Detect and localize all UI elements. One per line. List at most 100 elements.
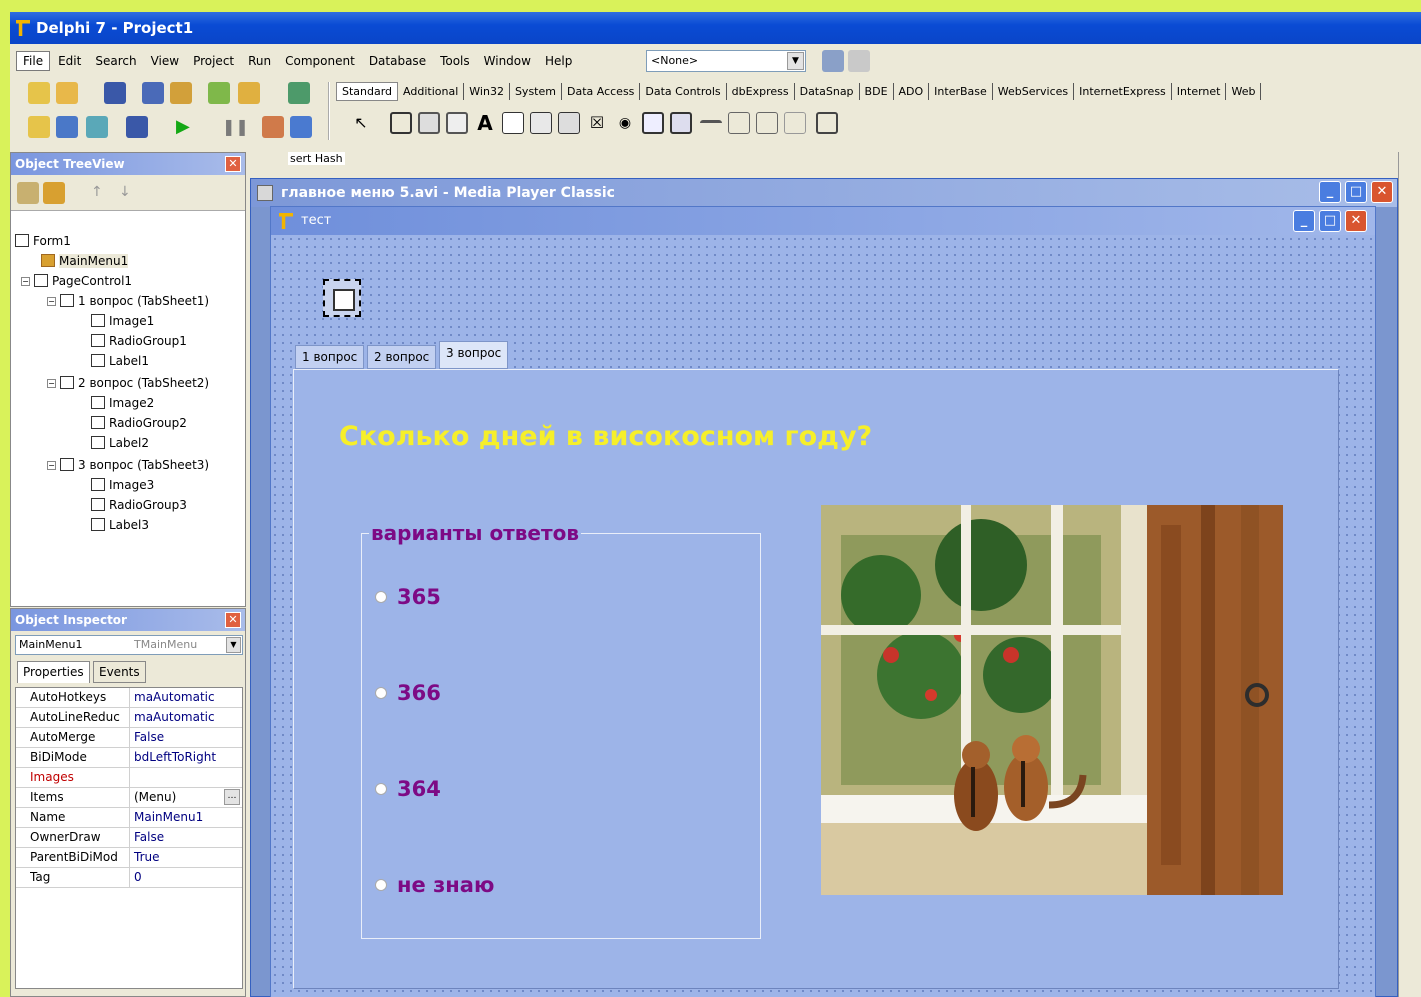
tab-properties[interactable]: Properties — [17, 661, 90, 683]
object-selector[interactable]: MainMenu1 TMainMenu ▼ — [15, 635, 243, 655]
tab-question-3[interactable]: 3 вопрос — [439, 341, 509, 369]
button-component-icon[interactable] — [558, 112, 580, 134]
view-unit-icon[interactable] — [28, 116, 50, 138]
menu-tools[interactable]: Tools — [434, 52, 476, 70]
radiobutton-component-icon[interactable]: ◉ — [614, 112, 636, 134]
menu-run[interactable]: Run — [242, 52, 277, 70]
maximize-icon[interactable]: □ — [1345, 181, 1367, 203]
chevron-down-icon[interactable]: ▼ — [226, 637, 241, 653]
close-icon[interactable]: ✕ — [1345, 210, 1367, 232]
tree-item[interactable]: Label1 — [91, 353, 149, 369]
property-row[interactable]: AutoMerge False — [16, 728, 242, 748]
pointer-icon[interactable]: ↖ — [350, 112, 372, 134]
checkbox-component-icon[interactable]: ☒ — [586, 112, 608, 134]
palette-tab-internetexpress[interactable]: InternetExpress — [1074, 82, 1172, 100]
groupbox-component-icon[interactable] — [728, 112, 750, 134]
radio-circle[interactable] — [375, 687, 387, 699]
menu-help[interactable]: Help — [539, 52, 578, 70]
main-menu-component[interactable] — [323, 279, 361, 317]
tree-item[interactable]: −3 вопрос (TabSheet3) — [47, 457, 209, 473]
minimize-icon[interactable]: _ — [1319, 181, 1341, 203]
arrow-up-icon[interactable]: ↑ — [91, 184, 103, 200]
help-icon[interactable] — [288, 82, 310, 104]
palette-tab-data-controls[interactable]: Data Controls — [640, 82, 727, 100]
add-file-icon[interactable] — [208, 82, 230, 104]
property-row[interactable]: OwnerDraw False — [16, 828, 242, 848]
menu-view[interactable]: View — [145, 52, 185, 70]
popup-menu-component-icon[interactable] — [446, 112, 468, 134]
memo-component-icon[interactable] — [530, 112, 552, 134]
frames-icon[interactable] — [390, 112, 412, 134]
tab-question-1[interactable]: 1 вопрос — [295, 345, 365, 369]
run-icon[interactable]: ▶ — [176, 116, 198, 138]
property-row[interactable]: Name MainMenu1 — [16, 808, 242, 828]
save-all-icon[interactable] — [142, 82, 164, 104]
desktop-layout-combo[interactable]: <None> ▼ — [646, 50, 806, 72]
debug-desktop-icon[interactable] — [848, 50, 870, 72]
palette-tab-web[interactable]: Web — [1226, 82, 1262, 100]
toggle-form-unit-icon[interactable] — [86, 116, 108, 138]
palette-tab-interbase[interactable]: InterBase — [929, 82, 993, 100]
pause-icon[interactable]: ❚❚ — [222, 116, 249, 138]
radio-circle[interactable] — [375, 879, 387, 891]
menu-window[interactable]: Window — [478, 52, 537, 70]
new-items-icon[interactable] — [28, 82, 50, 104]
palette-tab-system[interactable]: System — [510, 82, 562, 100]
close-icon[interactable]: ✕ — [225, 612, 241, 628]
radio-option-365[interactable]: 365 — [375, 585, 441, 609]
radio-option-366[interactable]: 366 — [375, 681, 441, 705]
menu-project[interactable]: Project — [187, 52, 240, 70]
menu-search[interactable]: Search — [89, 52, 142, 70]
label-component-icon[interactable]: A — [474, 112, 496, 134]
tree-item[interactable]: −1 вопрос (TabSheet1) — [47, 293, 209, 309]
tree-item[interactable]: Label2 — [91, 435, 149, 451]
property-row[interactable]: Images — [16, 768, 242, 788]
tree-item[interactable]: Image2 — [91, 395, 154, 411]
tab-question-2[interactable]: 2 вопрос — [367, 345, 437, 369]
palette-tab-bde[interactable]: BDE — [860, 82, 894, 100]
tree-item[interactable]: Label3 — [91, 517, 149, 533]
trace-into-icon[interactable] — [262, 116, 284, 138]
palette-tab-internet[interactable]: Internet — [1172, 82, 1227, 100]
tree-item[interactable]: RadioGroup2 — [91, 415, 187, 431]
radio-option-dont-know[interactable]: не знаю — [375, 873, 494, 897]
new-form-icon[interactable] — [126, 116, 148, 138]
palette-tab-ado[interactable]: ADO — [894, 82, 930, 100]
tree-item[interactable]: RadioGroup3 — [91, 497, 187, 513]
view-form-icon[interactable] — [56, 116, 78, 138]
panel-component-icon[interactable] — [784, 112, 806, 134]
tree-item[interactable]: Form1 — [15, 233, 71, 249]
listbox-component-icon[interactable] — [642, 112, 664, 134]
property-row[interactable]: AutoLineReduc maAutomatic — [16, 708, 242, 728]
palette-tab-data-access[interactable]: Data Access — [562, 82, 641, 100]
palette-tab-win32[interactable]: Win32 — [464, 82, 510, 100]
palette-tab-datasnap[interactable]: DataSnap — [795, 82, 860, 100]
close-icon[interactable]: ✕ — [225, 156, 241, 172]
menu-edit[interactable]: Edit — [52, 52, 87, 70]
menu-file[interactable]: File — [16, 51, 51, 71]
editor-tab-fragment[interactable]: sert Hash — [288, 152, 345, 165]
menu-component[interactable]: Component — [279, 52, 361, 70]
save-icon[interactable] — [104, 82, 126, 104]
tree-item[interactable]: Image1 — [91, 313, 154, 329]
maximize-icon[interactable]: □ — [1319, 210, 1341, 232]
property-row[interactable]: Tag 0 — [16, 868, 242, 888]
ellipsis-button[interactable]: … — [224, 789, 240, 805]
tree-item[interactable]: −2 вопрос (TabSheet2) — [47, 375, 209, 391]
property-row[interactable]: BiDiMode bdLeftToRight — [16, 748, 242, 768]
step-over-icon[interactable] — [290, 116, 312, 138]
radio-circle[interactable] — [375, 591, 387, 603]
chevron-down-icon[interactable]: ▼ — [787, 52, 804, 70]
palette-tab-standard[interactable]: Standard — [336, 81, 399, 101]
folder-icon[interactable] — [43, 182, 65, 204]
tree-item[interactable]: − PageControl1 — [21, 273, 132, 289]
actionlist-component-icon[interactable] — [816, 112, 838, 134]
combobox-component-icon[interactable] — [670, 112, 692, 134]
property-row[interactable]: ParentBiDiMod True — [16, 848, 242, 868]
open-icon[interactable] — [56, 82, 78, 104]
palette-tab-additional[interactable]: Additional — [398, 82, 465, 100]
palette-tab-dbexpress[interactable]: dbExpress — [727, 82, 795, 100]
main-menu-component-icon[interactable] — [418, 112, 440, 134]
radiogroup-component-icon[interactable] — [756, 112, 778, 134]
open-project-icon[interactable] — [170, 82, 192, 104]
